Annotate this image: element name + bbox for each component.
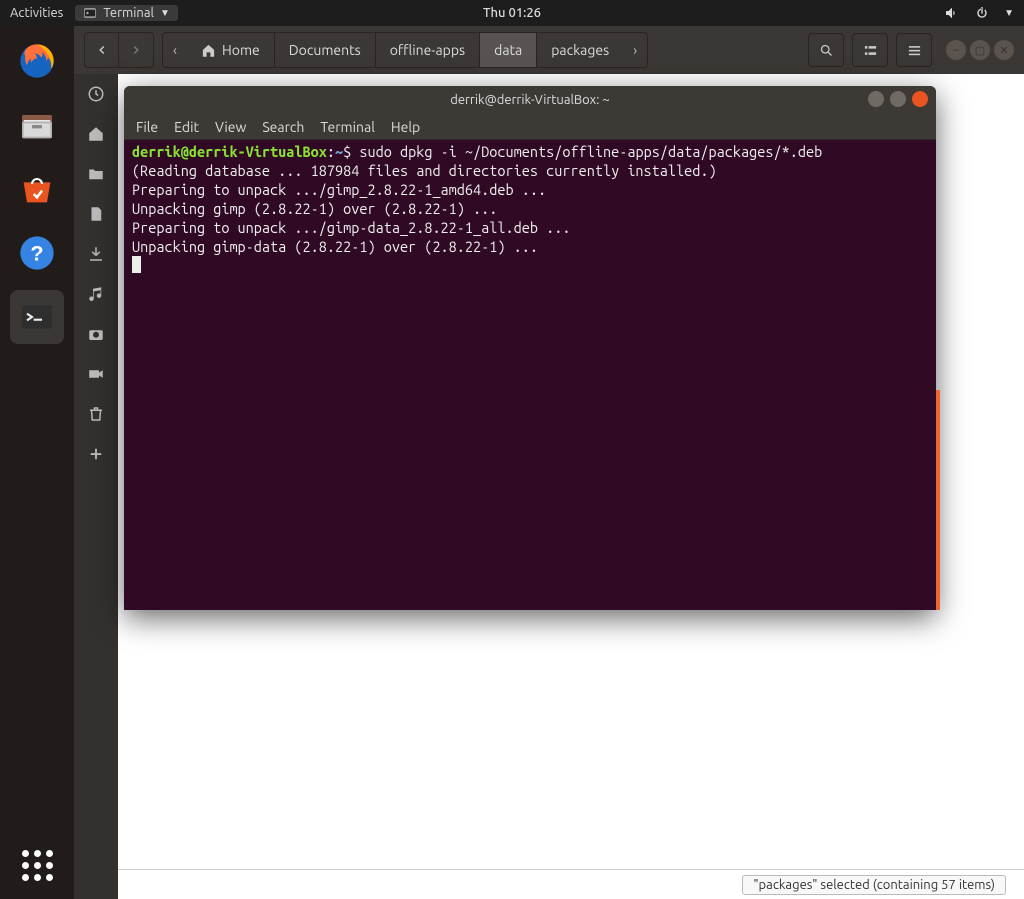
terminal-icon bbox=[17, 297, 57, 337]
menu-help[interactable]: Help bbox=[391, 119, 420, 135]
sidebar-trash[interactable] bbox=[86, 404, 106, 424]
file-manager-statusbar: "packages" selected (containing 57 items… bbox=[118, 869, 1024, 899]
search-icon bbox=[819, 43, 834, 58]
launcher-terminal[interactable] bbox=[10, 290, 64, 344]
terminal-maximize-button[interactable] bbox=[890, 91, 906, 107]
terminal-menubar: File Edit View Search Terminal Help bbox=[124, 114, 936, 140]
breadcrumb-overflow-left[interactable]: ‹ bbox=[163, 42, 187, 58]
terminal-icon bbox=[83, 6, 97, 20]
breadcrumb-item-active[interactable]: data bbox=[479, 33, 536, 67]
camera-icon bbox=[87, 325, 105, 343]
terminal-prompt-path: ~ bbox=[335, 143, 343, 160]
menu-file[interactable]: File bbox=[136, 119, 158, 135]
terminal-command: sudo dpkg -i ~/Documents/offline-apps/da… bbox=[359, 143, 822, 160]
menu-search[interactable]: Search bbox=[262, 119, 304, 135]
hamburger-menu-button[interactable] bbox=[896, 33, 932, 67]
sidebar-home[interactable] bbox=[86, 124, 106, 144]
breadcrumb: ‹ Home Documents offline-apps data packa… bbox=[162, 32, 648, 68]
files-maximize-button[interactable]: ▢ bbox=[970, 40, 990, 60]
sidebar-other-locations[interactable] bbox=[86, 444, 106, 464]
sidebar-pictures[interactable] bbox=[86, 324, 106, 344]
trash-icon bbox=[87, 405, 105, 423]
firefox-icon bbox=[17, 41, 57, 81]
view-toggle-button[interactable] bbox=[852, 33, 888, 67]
launcher-software[interactable] bbox=[10, 162, 64, 216]
breadcrumb-home[interactable]: Home bbox=[187, 33, 274, 67]
terminal-minimize-button[interactable] bbox=[868, 91, 884, 107]
active-app-menu[interactable]: Terminal ▼ bbox=[75, 5, 178, 21]
files-close-button[interactable]: ✕ bbox=[994, 40, 1014, 60]
terminal-window: derrik@derrik-VirtualBox: ~ File Edit Vi… bbox=[124, 86, 936, 610]
launcher-help[interactable]: ? bbox=[10, 226, 64, 280]
ubuntu-launcher: ? bbox=[0, 26, 74, 899]
gnome-top-bar: Activities Terminal ▼ Thu 01:26 ▼ bbox=[0, 0, 1024, 26]
terminal-prompt-user: derrik@derrik-VirtualBox bbox=[132, 143, 327, 160]
clock-icon bbox=[87, 85, 105, 103]
activities-button[interactable]: Activities bbox=[10, 6, 63, 20]
files-icon bbox=[17, 105, 57, 145]
breadcrumb-home-label: Home bbox=[222, 42, 260, 58]
software-center-icon bbox=[17, 169, 57, 209]
back-button[interactable] bbox=[85, 33, 119, 67]
menu-edit[interactable]: Edit bbox=[174, 119, 199, 135]
breadcrumb-item[interactable]: offline-apps bbox=[375, 33, 479, 67]
breadcrumb-item[interactable]: Documents bbox=[274, 33, 375, 67]
chevron-down-icon[interactable]: ▼ bbox=[1004, 7, 1014, 19]
home-icon bbox=[87, 125, 105, 143]
power-icon[interactable] bbox=[974, 5, 990, 21]
sidebar-videos[interactable] bbox=[86, 364, 106, 384]
breadcrumb-item[interactable]: packages bbox=[536, 33, 623, 67]
chevron-down-icon: ▼ bbox=[160, 7, 170, 19]
decorative-strip bbox=[936, 390, 940, 610]
volume-icon[interactable] bbox=[944, 5, 960, 21]
launcher-files[interactable] bbox=[10, 98, 64, 152]
sidebar-music[interactable] bbox=[86, 284, 106, 304]
search-button[interactable] bbox=[808, 33, 844, 67]
terminal-cursor bbox=[132, 256, 141, 273]
hamburger-icon bbox=[907, 43, 922, 58]
breadcrumb-overflow-right[interactable]: › bbox=[623, 42, 647, 58]
sidebar-documents[interactable] bbox=[86, 204, 106, 224]
sidebar-desktop[interactable] bbox=[86, 164, 106, 184]
document-icon bbox=[87, 205, 105, 223]
active-app-label: Terminal bbox=[103, 6, 154, 20]
launcher-firefox[interactable] bbox=[10, 34, 64, 88]
plus-icon bbox=[87, 445, 105, 463]
file-manager-sidebar bbox=[74, 74, 118, 899]
terminal-body[interactable]: derrik@derrik-VirtualBox:~$ sudo dpkg -i… bbox=[124, 140, 936, 610]
files-minimize-button[interactable]: ‒ bbox=[946, 40, 966, 60]
home-icon bbox=[201, 43, 216, 58]
clock[interactable]: Thu 01:26 bbox=[483, 6, 541, 20]
svg-text:?: ? bbox=[30, 241, 43, 266]
help-icon: ? bbox=[17, 233, 57, 273]
show-applications-button[interactable] bbox=[22, 850, 53, 881]
terminal-output: (Reading database ... 187984 files and d… bbox=[132, 162, 717, 255]
video-icon bbox=[87, 365, 105, 383]
forward-button[interactable] bbox=[119, 33, 153, 67]
sidebar-recent[interactable] bbox=[86, 84, 106, 104]
sidebar-downloads[interactable] bbox=[86, 244, 106, 264]
folder-icon bbox=[87, 165, 105, 183]
menu-view[interactable]: View bbox=[215, 119, 246, 135]
music-icon bbox=[87, 285, 105, 303]
terminal-close-button[interactable] bbox=[912, 91, 928, 107]
menu-terminal[interactable]: Terminal bbox=[320, 119, 375, 135]
terminal-titlebar[interactable]: derrik@derrik-VirtualBox: ~ bbox=[124, 86, 936, 114]
statusbar-selection-text: "packages" selected (containing 57 items… bbox=[742, 875, 1006, 895]
list-view-icon bbox=[863, 43, 878, 58]
terminal-title: derrik@derrik-VirtualBox: ~ bbox=[450, 93, 610, 107]
chevron-right-icon bbox=[129, 43, 143, 57]
download-icon bbox=[87, 245, 105, 263]
chevron-left-icon bbox=[95, 43, 109, 57]
file-manager-toolbar: ‹ Home Documents offline-apps data packa… bbox=[74, 26, 1024, 74]
